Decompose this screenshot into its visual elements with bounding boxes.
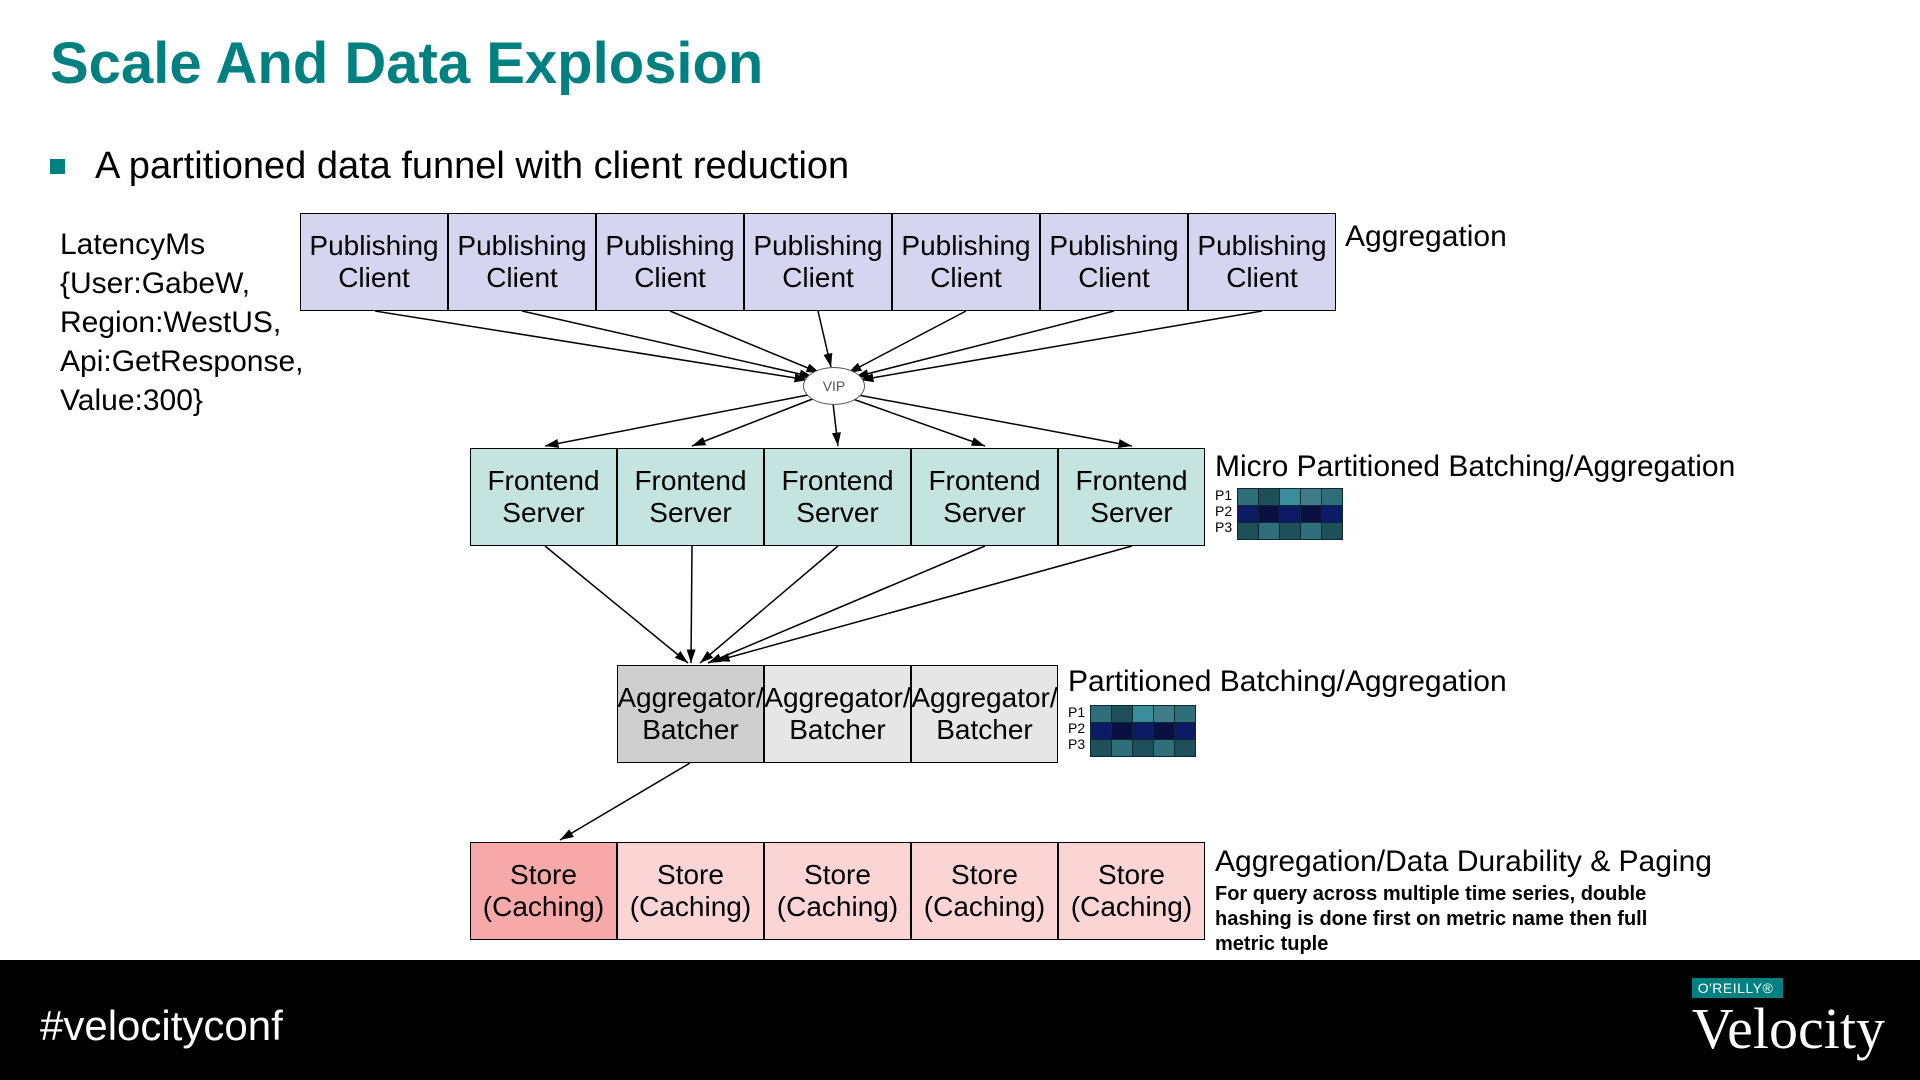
box-label: Store: [804, 859, 871, 891]
frontend-server: FrontendServer: [470, 448, 617, 546]
box-label: Store: [951, 859, 1018, 891]
label-durability: Aggregation/Data Durability & Paging: [1215, 845, 1712, 879]
frontend-server: FrontendServer: [764, 448, 911, 546]
pgrid-label: P2: [1215, 503, 1232, 519]
box-label: Aggregator/: [617, 682, 763, 714]
box-label: Frontend: [1075, 465, 1187, 497]
frontend-server: FrontendServer: [617, 448, 764, 546]
pgrid-label: P1: [1215, 487, 1232, 503]
box-label: Store: [510, 859, 577, 891]
box-label: Server: [796, 497, 878, 529]
store-caching: Store(Caching): [617, 842, 764, 940]
footer: #velocityconf O'REILLY® Velocity: [0, 960, 1920, 1080]
hashtag: #velocityconf: [40, 1002, 283, 1050]
box-label: (Caching): [1071, 891, 1192, 923]
note-durability: For query across multiple time series, d…: [1215, 882, 1685, 957]
publishing-client: PublishingClient: [892, 213, 1040, 311]
row-publishing-clients: PublishingClient PublishingClient Publis…: [300, 213, 1336, 311]
box-label: Publishing: [753, 230, 882, 262]
box-label: Server: [502, 497, 584, 529]
pgrid-table: [1090, 705, 1196, 757]
box-label: Client: [1078, 262, 1150, 294]
publishing-client: PublishingClient: [448, 213, 596, 311]
row-frontend-servers: FrontendServer FrontendServer FrontendSe…: [470, 448, 1205, 546]
metric-line: Value:300}: [60, 381, 303, 420]
box-label: Aggregator/: [764, 682, 910, 714]
box-label: Publishing: [457, 230, 586, 262]
box-label: Frontend: [487, 465, 599, 497]
store-caching: Store(Caching): [764, 842, 911, 940]
pgrid-label: P3: [1068, 736, 1085, 752]
partition-grid-part: P1 P2 P3: [1090, 705, 1196, 757]
box-label: Publishing: [1049, 230, 1178, 262]
brand: O'REILLY® Velocity: [1692, 978, 1885, 1058]
box-label: Batcher: [789, 714, 886, 746]
bullet-icon: [50, 159, 65, 174]
box-label: (Caching): [483, 891, 604, 923]
brand-bar: O'REILLY®: [1692, 978, 1784, 998]
frontend-server: FrontendServer: [911, 448, 1058, 546]
box-label: Frontend: [928, 465, 1040, 497]
metric-line: Region:WestUS,: [60, 303, 303, 342]
box-label: Server: [649, 497, 731, 529]
row-stores: Store(Caching) Store(Caching) Store(Cach…: [470, 842, 1205, 940]
box-label: Publishing: [901, 230, 1030, 262]
example-metric: LatencyMs {User:GabeW, Region:WestUS, Ap…: [60, 225, 303, 420]
box-label: Store: [657, 859, 724, 891]
metric-line: LatencyMs: [60, 225, 303, 264]
box-label: Client: [930, 262, 1002, 294]
brand-name: Velocity: [1692, 1000, 1885, 1058]
box-label: (Caching): [924, 891, 1045, 923]
pgrid-table: [1237, 488, 1343, 540]
bullet-text: A partitioned data funnel with client re…: [95, 145, 849, 188]
slide-title: Scale And Data Explosion: [50, 30, 763, 97]
aggregator-batcher: Aggregator/Batcher: [617, 665, 764, 763]
box-label: Publishing: [309, 230, 438, 262]
vip-node: VIP: [803, 367, 865, 405]
box-label: (Caching): [777, 891, 898, 923]
row-aggregators: Aggregator/Batcher Aggregator/Batcher Ag…: [617, 665, 1058, 763]
publishing-client: PublishingClient: [300, 213, 448, 311]
box-label: Server: [1090, 497, 1172, 529]
store-caching: Store(Caching): [470, 842, 617, 940]
store-caching: Store(Caching): [911, 842, 1058, 940]
label-partitioned: Partitioned Batching/Aggregation: [1068, 665, 1507, 699]
metric-line: {User:GabeW,: [60, 264, 303, 303]
aggregator-batcher: Aggregator/Batcher: [764, 665, 911, 763]
publishing-client: PublishingClient: [596, 213, 744, 311]
box-label: Batcher: [642, 714, 739, 746]
box-label: Client: [782, 262, 854, 294]
publishing-client: PublishingClient: [1040, 213, 1188, 311]
box-label: Store: [1098, 859, 1165, 891]
box-label: Batcher: [936, 714, 1033, 746]
aggregator-batcher: Aggregator/Batcher: [911, 665, 1058, 763]
box-label: Client: [634, 262, 706, 294]
box-label: Client: [1226, 262, 1298, 294]
label-aggregation: Aggregation: [1345, 220, 1507, 254]
frontend-server: FrontendServer: [1058, 448, 1205, 546]
pgrid-label: P2: [1068, 720, 1085, 736]
box-label: Client: [338, 262, 410, 294]
publishing-client: PublishingClient: [1188, 213, 1336, 311]
bullet-row: A partitioned data funnel with client re…: [50, 145, 849, 188]
metric-line: Api:GetResponse,: [60, 342, 303, 381]
box-label: (Caching): [630, 891, 751, 923]
store-caching: Store(Caching): [1058, 842, 1205, 940]
box-label: Aggregator/: [911, 682, 1057, 714]
partition-grid-micro: P1 P2 P3: [1237, 488, 1343, 540]
slide: Scale And Data Explosion A partitioned d…: [0, 0, 1920, 1080]
publishing-client: PublishingClient: [744, 213, 892, 311]
box-label: Frontend: [781, 465, 893, 497]
box-label: Publishing: [1197, 230, 1326, 262]
label-micro-partitioned: Micro Partitioned Batching/Aggregation: [1215, 450, 1735, 484]
pgrid-label: P1: [1068, 704, 1085, 720]
pgrid-label: P3: [1215, 519, 1232, 535]
box-label: Publishing: [605, 230, 734, 262]
box-label: Server: [943, 497, 1025, 529]
box-label: Client: [486, 262, 558, 294]
box-label: Frontend: [634, 465, 746, 497]
